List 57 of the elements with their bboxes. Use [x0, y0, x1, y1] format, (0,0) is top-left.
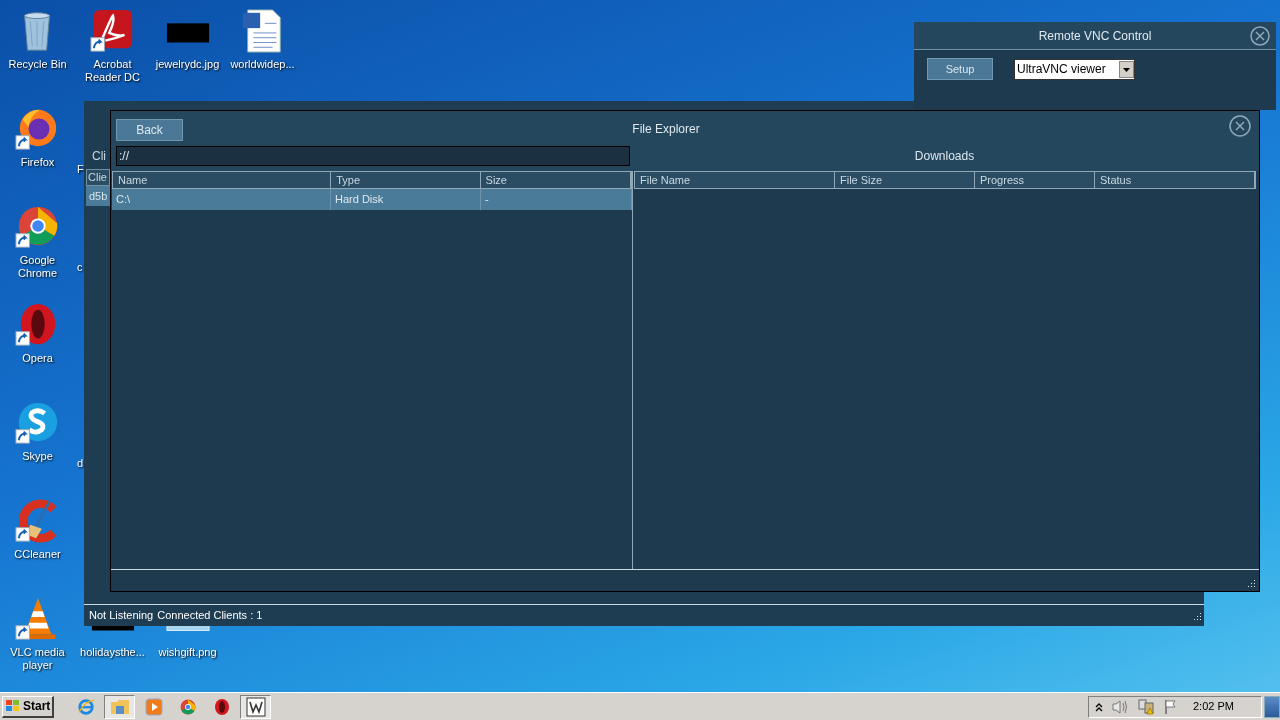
window-title: Remote VNC Control	[1037, 27, 1153, 45]
taskbar-button[interactable]	[240, 694, 271, 719]
setup-button[interactable]: Setup	[927, 58, 993, 80]
close-icon[interactable]	[1250, 26, 1270, 46]
desktop-icon-label[interactable]: Google Chrome	[0, 254, 75, 280]
flag-icon[interactable]	[1163, 698, 1179, 715]
desktop-icon-label[interactable]: Firefox	[0, 156, 75, 169]
show-desktop-button[interactable]	[1264, 695, 1280, 718]
column-header[interactable]: Type	[331, 172, 481, 188]
close-icon[interactable]	[1229, 115, 1251, 137]
play-icon	[144, 697, 163, 716]
column-header[interactable]: Size	[480, 172, 631, 188]
desktop-icon-label[interactable]: c	[77, 261, 83, 273]
table-row[interactable]: d5b	[86, 186, 110, 206]
table-cell: C:\	[112, 189, 331, 210]
desktop-icon-label[interactable]: jewelrydc.jpg	[150, 58, 225, 71]
desktop-icon-label[interactable]: Opera	[0, 352, 75, 365]
resize-grip-icon	[1246, 578, 1256, 588]
folder-icon	[109, 697, 130, 716]
column-header: Clie	[86, 169, 110, 186]
status-text: Not Listening	[89, 608, 154, 624]
clients-label: Cli	[92, 148, 106, 165]
column-header[interactable]: Name	[113, 172, 332, 188]
desktop-icon-label[interactable]: wishgift.png	[150, 646, 225, 659]
viewer-dropdown[interactable]: UltraVNC viewer	[1014, 58, 1135, 80]
browser-icon	[76, 697, 95, 716]
desktop-icon-label[interactable]: Acrobat Reader DC	[75, 58, 150, 84]
column-header[interactable]: Progress	[975, 172, 1095, 188]
resize-grip-icon	[1192, 610, 1202, 621]
desktop-icon-label[interactable]: F	[77, 163, 84, 175]
window-title: File Explorer	[631, 121, 701, 138]
desktop-icon-label[interactable]: holidaysthe...	[75, 646, 150, 659]
column-header[interactable]: File Name	[635, 172, 835, 188]
table-row[interactable]: C:\ Hard Disk -	[112, 189, 632, 210]
clock-text[interactable]: 2:02 PM	[1193, 698, 1234, 715]
windows-logo-icon	[5, 699, 21, 713]
desktop-icon-label[interactable]: Recycle Bin	[0, 58, 75, 71]
browser-icon	[178, 697, 197, 716]
column-header[interactable]: File Size	[835, 172, 975, 188]
status-text: Connected Clients : 1	[157, 608, 263, 624]
back-button[interactable]: Back	[116, 119, 183, 141]
start-button[interactable]: Start	[2, 695, 54, 718]
document-icon	[245, 696, 266, 717]
desktop-icon-label[interactable]: d	[77, 457, 84, 469]
desktop-icon-label[interactable]: VLC media player	[0, 646, 75, 672]
chevron-up-icon[interactable]	[1095, 701, 1103, 712]
network-warning-icon[interactable]	[1137, 698, 1155, 715]
desktop-icon-label[interactable]: worldwidep...	[225, 58, 300, 71]
desktop-icon-label[interactable]: CCleaner	[0, 548, 75, 561]
ring-icon	[212, 697, 231, 716]
column-header[interactable]: Status	[1095, 172, 1255, 188]
table-cell: Hard Disk	[331, 189, 481, 210]
table-cell: -	[481, 189, 632, 210]
desktop-icon-label[interactable]: Skype	[0, 450, 75, 463]
path-field[interactable]: ://	[116, 146, 630, 166]
downloads-label: Downloads	[913, 148, 976, 165]
speaker-icon[interactable]	[1111, 698, 1129, 715]
